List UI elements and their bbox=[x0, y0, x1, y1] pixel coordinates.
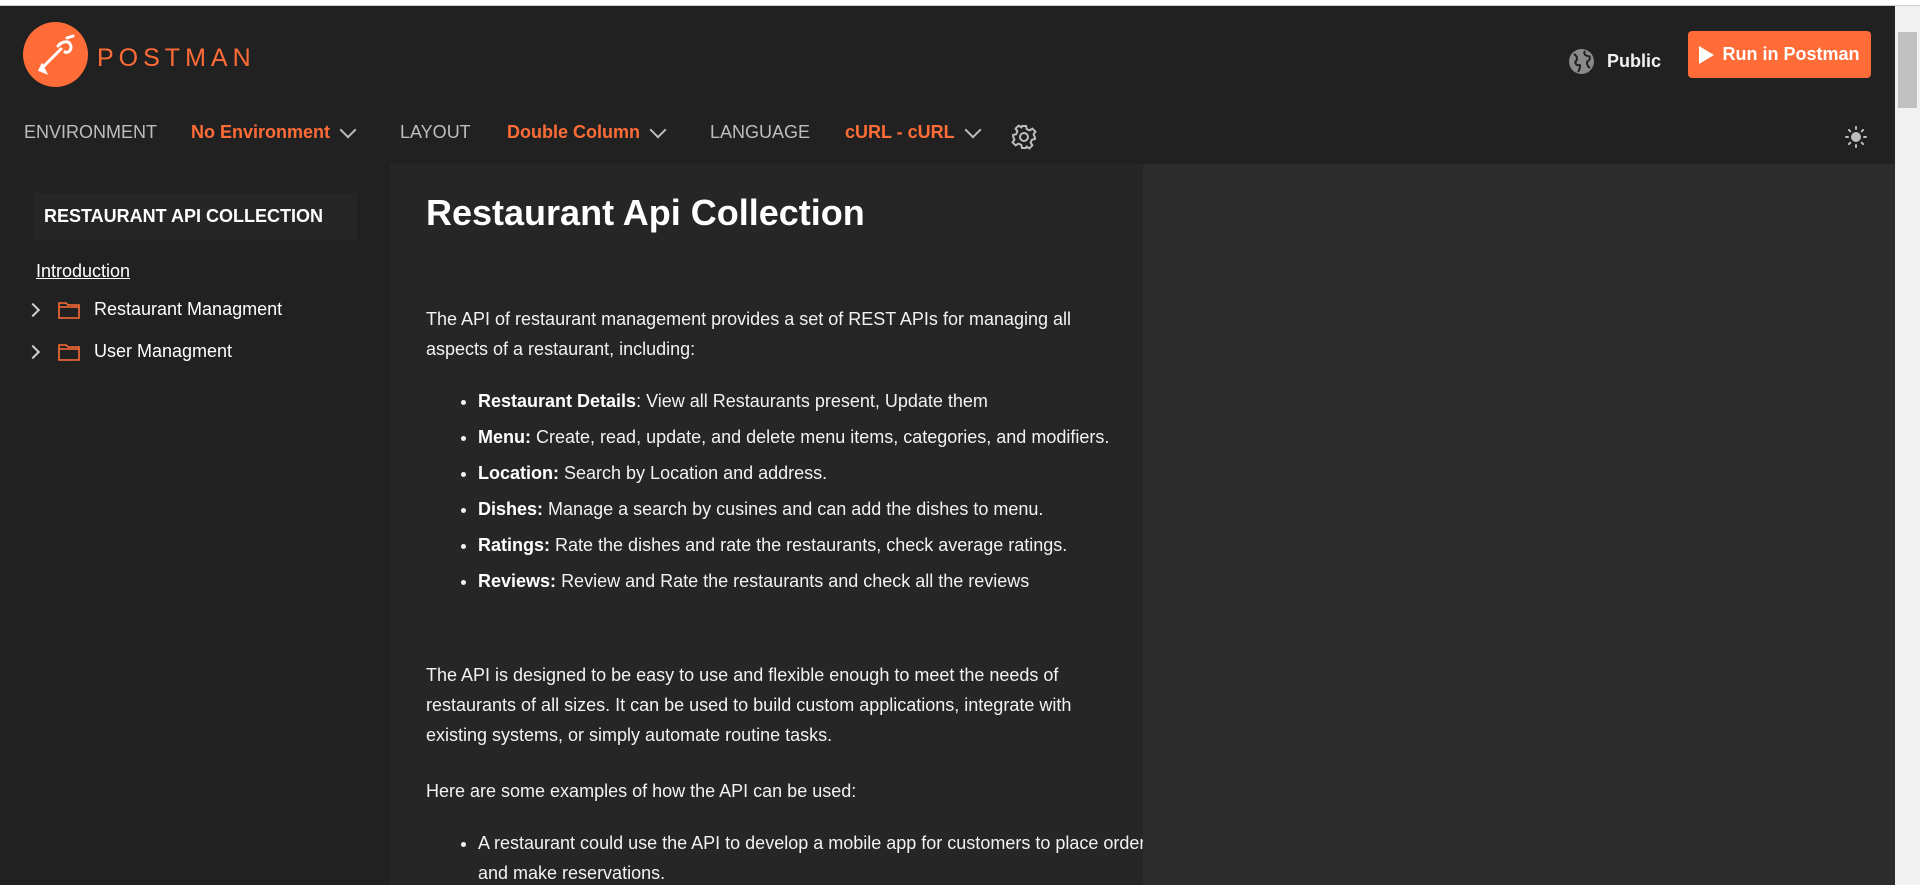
examples-intro: Here are some examples of how the API ca… bbox=[426, 781, 857, 801]
feature-desc: Search by Location and address. bbox=[564, 463, 828, 483]
sun-icon[interactable] bbox=[1845, 126, 1867, 148]
list-item: Restaurant Details: View all Restaurants… bbox=[478, 386, 1143, 416]
run-button-label: Run in Postman bbox=[1722, 44, 1860, 64]
list-item: Reviews: Review and Rate the restaurants… bbox=[478, 566, 1143, 596]
scrollbar[interactable] bbox=[1895, 6, 1920, 885]
collection-title[interactable]: RESTAURANT API COLLECTION bbox=[34, 193, 357, 240]
list-item: Location: Search by Location and address… bbox=[478, 458, 1143, 488]
feature-desc: Manage a search by cusines and can add t… bbox=[548, 499, 1044, 519]
postman-docs-app: POSTMAN Public Run in Postman ENVIRONMEN… bbox=[0, 6, 1895, 885]
sidebar-folder-restaurant-managment[interactable]: Restaurant Managment bbox=[25, 299, 283, 320]
list-item: Ratings: Rate the dishes and rate the re… bbox=[478, 530, 1143, 560]
postman-logo-icon[interactable] bbox=[23, 22, 88, 87]
feature-term: Reviews: bbox=[478, 571, 557, 591]
brand-name: POSTMAN bbox=[97, 44, 256, 72]
intro-paragraph: The API of restaurant management provide… bbox=[426, 309, 1072, 359]
feature-separator: : bbox=[636, 391, 647, 411]
sidebar: RESTAURANT API COLLECTION Introduction R… bbox=[0, 164, 390, 885]
header: POSTMAN Public Run in Postman bbox=[0, 6, 1895, 106]
folder-icon bbox=[58, 301, 80, 319]
folder-icon bbox=[58, 343, 80, 361]
visibility-public[interactable]: Public bbox=[1568, 46, 1661, 76]
feature-desc: Rate the dishes and rate the restaurants… bbox=[555, 535, 1068, 555]
environment-label: ENVIRONMENT bbox=[24, 122, 158, 142]
features-list: Restaurant Details: View all Restaurants… bbox=[426, 386, 1143, 602]
code-column bbox=[1143, 164, 1895, 885]
scrollbar-thumb[interactable] bbox=[1898, 32, 1917, 108]
list-item: A restaurant could use the API to develo… bbox=[478, 828, 1143, 885]
feature-desc: View all Restaurants present, Update the… bbox=[646, 391, 988, 411]
chevron-down-icon bbox=[649, 121, 667, 138]
feature-term: Location: bbox=[478, 463, 559, 483]
sidebar-item-introduction[interactable]: Introduction bbox=[36, 261, 130, 282]
chevron-right-icon[interactable] bbox=[25, 302, 41, 317]
toolbar: ENVIRONMENT No Environment LAYOUT Double… bbox=[0, 106, 1895, 164]
list-item: Menu: Create, read, update, and delete m… bbox=[478, 422, 1143, 452]
feature-desc: Create, read, update, and delete menu it… bbox=[536, 427, 1110, 447]
chevron-right-icon[interactable] bbox=[25, 344, 41, 359]
layout-value: Double Column bbox=[507, 122, 640, 142]
play-icon bbox=[1699, 45, 1715, 64]
gear-icon[interactable] bbox=[1011, 124, 1037, 150]
feature-desc: Review and Rate the restaurants and chec… bbox=[561, 571, 1030, 591]
examples-list: A restaurant could use the API to develo… bbox=[426, 828, 1143, 885]
layout-select[interactable]: Double Column bbox=[507, 121, 667, 143]
feature-term: Dishes: bbox=[478, 499, 544, 519]
run-in-postman-button[interactable]: Run in Postman bbox=[1688, 31, 1871, 78]
design-paragraph: The API is designed to be easy to use an… bbox=[426, 665, 1072, 745]
globe-icon bbox=[1569, 48, 1594, 74]
language-label: LANGUAGE bbox=[710, 122, 811, 142]
folder-label: Restaurant Managment bbox=[94, 299, 283, 319]
sidebar-folder-user-managment[interactable]: User Managment bbox=[25, 341, 233, 362]
environment-select[interactable]: No Environment bbox=[191, 121, 357, 143]
layout-label: LAYOUT bbox=[400, 122, 471, 142]
page-title: Restaurant Api Collection bbox=[426, 192, 865, 233]
feature-term: Menu: bbox=[478, 427, 531, 447]
folder-label: User Managment bbox=[94, 341, 233, 361]
chevron-down-icon bbox=[339, 121, 357, 138]
language-value: cURL - cURL bbox=[845, 122, 955, 142]
list-item: Dishes: Manage a search by cusines and c… bbox=[478, 494, 1143, 524]
feature-term: Ratings: bbox=[478, 535, 550, 555]
feature-term: Restaurant Details bbox=[478, 391, 637, 411]
visibility-label: Public bbox=[1607, 50, 1662, 71]
chevron-down-icon bbox=[964, 121, 982, 138]
documentation-content: Restaurant Api Collection The API of res… bbox=[390, 164, 1143, 885]
language-select[interactable]: cURL - cURL bbox=[845, 121, 982, 143]
environment-value: No Environment bbox=[191, 122, 331, 142]
